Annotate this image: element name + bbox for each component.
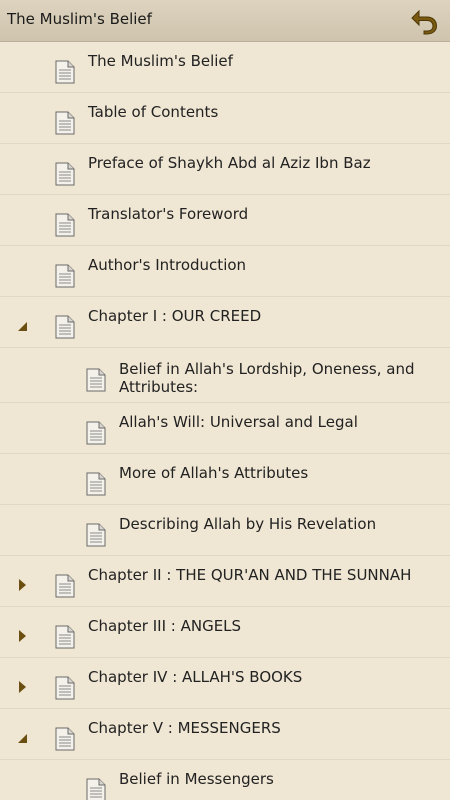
expanded-arrow-icon[interactable] [16,318,28,332]
list-item[interactable]: Author's Introduction [0,246,450,297]
list-item[interactable]: Chapter I : OUR CREED [0,297,450,348]
list-item-label: The Muslim's Belief [88,52,233,70]
list-item-label: More of Allah's Attributes [119,464,309,482]
toc-list: The Muslim's Belief Table of Contents Pref… [0,42,450,800]
list-item[interactable]: Translator's Foreword [0,195,450,246]
list-item[interactable]: Chapter II : THE QUR'AN AND THE SUNNAH [0,556,450,607]
list-item[interactable]: Belief in Messengers [0,760,450,800]
list-item[interactable]: The Muslim's Belief [0,42,450,93]
list-item[interactable]: Chapter IV : ALLAH'S BOOKS [0,658,450,709]
collapsed-arrow-icon[interactable] [16,577,28,591]
document-icon [86,421,106,445]
document-icon [86,472,106,496]
app-header: The Muslim's Belief [0,0,450,42]
list-item[interactable]: Preface of Shaykh Abd al Aziz Ibn Baz [0,144,450,195]
list-item[interactable]: More of Allah's Attributes [0,454,450,505]
list-item[interactable]: Table of Contents [0,93,450,144]
collapsed-arrow-icon[interactable] [16,679,28,693]
document-icon [55,676,75,700]
list-item-label: Chapter IV : ALLAH'S BOOKS [88,668,303,686]
back-arrow-icon[interactable] [410,7,440,35]
list-item[interactable]: Allah's Will: Universal and Legal [0,403,450,454]
list-item[interactable]: Chapter V : MESSENGERS [0,709,450,760]
list-item-label: Translator's Foreword [88,205,249,223]
document-icon [55,625,75,649]
document-icon [55,574,75,598]
list-item-label: Chapter III : ANGELS [88,617,242,635]
document-icon [55,213,75,237]
document-icon [55,315,75,339]
collapsed-arrow-icon[interactable] [16,628,28,642]
list-item-label: Describing Allah by His Revelation [119,515,377,533]
page-title: The Muslim's Belief [7,10,152,28]
expanded-arrow-icon[interactable] [16,730,28,744]
document-icon [55,60,75,84]
list-item-label: Allah's Will: Universal and Legal [119,413,358,431]
document-icon [86,523,106,547]
list-item-label: Author's Introduction [88,256,247,274]
list-item-label: Belief in Messengers [119,770,274,788]
list-item-label: Chapter V : MESSENGERS [88,719,281,737]
list-item-label: Preface of Shaykh Abd al Aziz Ibn Baz [88,154,371,172]
list-item-label: Table of Contents [88,103,219,121]
list-item-label: Chapter II : THE QUR'AN AND THE SUNNAH [88,566,412,584]
list-item-label: Belief in Allah's Lordship, Oneness, and… [119,360,415,396]
document-icon [86,368,106,392]
document-icon [55,264,75,288]
document-icon [55,727,75,751]
list-item[interactable]: Belief in Allah's Lordship, Oneness, and… [0,348,450,403]
list-item-label: Chapter I : OUR CREED [88,307,262,325]
document-icon [55,111,75,135]
list-item[interactable]: Describing Allah by His Revelation [0,505,450,556]
list-item[interactable]: Chapter III : ANGELS [0,607,450,658]
document-icon [86,778,106,800]
document-icon [55,162,75,186]
